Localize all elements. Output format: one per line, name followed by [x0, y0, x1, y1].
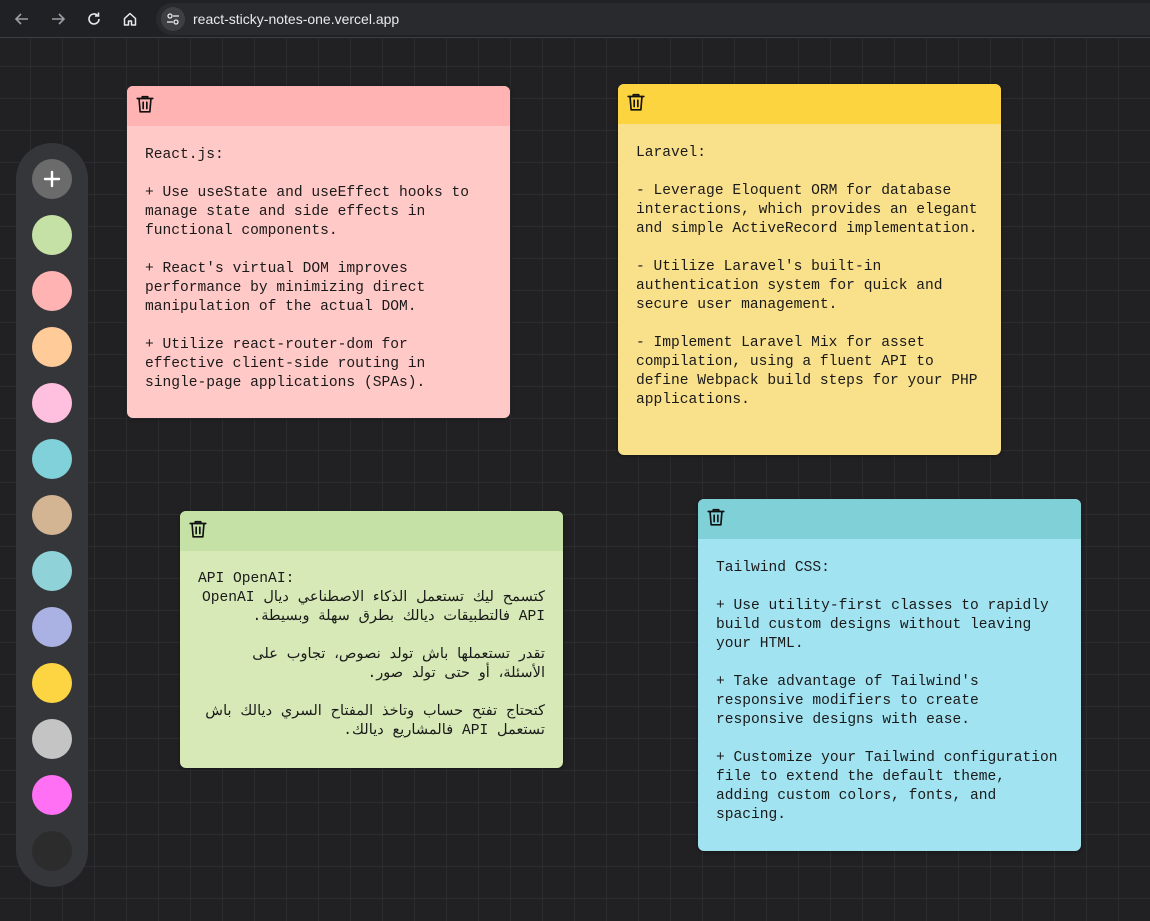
- color-swatch-magenta[interactable]: [32, 775, 72, 815]
- color-swatch-teal[interactable]: [32, 439, 72, 479]
- color-swatch-light-pink[interactable]: [32, 383, 72, 423]
- note-header[interactable]: [698, 499, 1081, 539]
- home-icon[interactable]: [116, 5, 144, 33]
- color-swatch-peach[interactable]: [32, 327, 72, 367]
- color-swatch-light-teal[interactable]: [32, 551, 72, 591]
- reload-icon[interactable]: [80, 5, 108, 33]
- sticky-note[interactable]: Laravel: - Leverage Eloquent ORM for dat…: [618, 84, 1001, 455]
- sticky-note[interactable]: API OpenAI: كتسمح ليك تستعمل الذكاء الاص…: [180, 511, 563, 768]
- trash-icon[interactable]: [705, 505, 727, 529]
- note-text[interactable]: Laravel: - Leverage Eloquent ORM for dat…: [618, 124, 1001, 410]
- add-note-button[interactable]: [32, 159, 72, 199]
- note-text[interactable]: API OpenAI: كتسمح ليك تستعمل الذكاء الاص…: [180, 551, 563, 741]
- site-info-icon[interactable]: [161, 7, 185, 31]
- plus-icon: [43, 170, 61, 188]
- sticky-note[interactable]: Tailwind CSS: + Use utility-first classe…: [698, 499, 1081, 851]
- forward-icon[interactable]: [44, 5, 72, 33]
- note-header[interactable]: [127, 86, 510, 126]
- trash-icon[interactable]: [187, 517, 209, 541]
- note-text[interactable]: React.js: + Use useState and useEffect h…: [127, 126, 510, 393]
- color-swatch-lavender[interactable]: [32, 607, 72, 647]
- back-icon[interactable]: [8, 5, 36, 33]
- sticky-note[interactable]: React.js: + Use useState and useEffect h…: [127, 86, 510, 418]
- color-swatch-dark[interactable]: [32, 831, 72, 871]
- note-header[interactable]: [180, 511, 563, 551]
- note-header[interactable]: [618, 84, 1001, 124]
- color-swatch-yellow[interactable]: [32, 663, 72, 703]
- note-text[interactable]: Tailwind CSS: + Use utility-first classe…: [698, 539, 1081, 825]
- trash-icon[interactable]: [134, 92, 156, 116]
- trash-icon[interactable]: [625, 90, 647, 114]
- color-swatch-tan[interactable]: [32, 495, 72, 535]
- color-swatch-pink[interactable]: [32, 271, 72, 311]
- url-text[interactable]: react-sticky-notes-one.vercel.app: [193, 11, 399, 27]
- browser-toolbar: react-sticky-notes-one.vercel.app: [0, 0, 1150, 38]
- color-swatch-green[interactable]: [32, 215, 72, 255]
- color-swatch-gray[interactable]: [32, 719, 72, 759]
